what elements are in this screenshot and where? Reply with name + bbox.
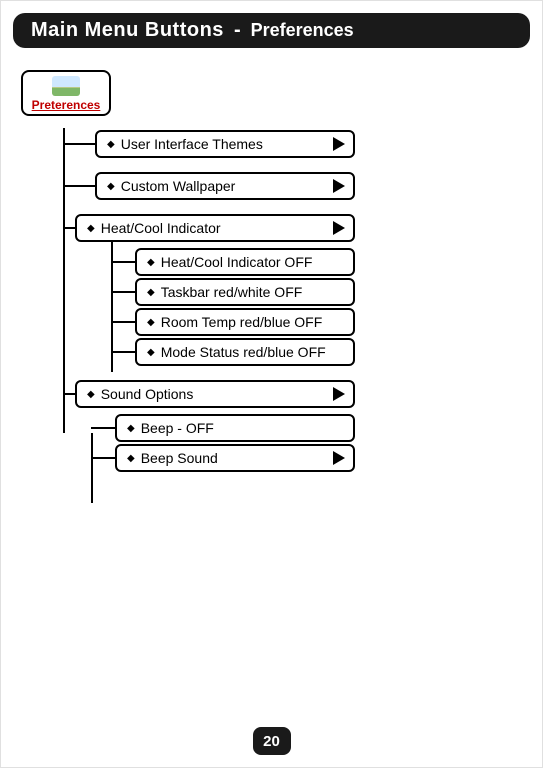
menu-item-label: Taskbar red/white OFF (161, 284, 303, 300)
root-label: Preterences (27, 98, 105, 112)
tree-connector (111, 261, 135, 263)
page-number-badge: 20 (253, 727, 291, 755)
menu-item-heat-cool-indicator: ◆ Heat/Cool Indicator (75, 214, 355, 242)
page-number: 20 (263, 733, 280, 750)
tree-connector (111, 351, 135, 353)
bullet-icon: ◆ (127, 423, 135, 434)
menu-item-label: Beep Sound (141, 450, 218, 466)
tree-connector (91, 457, 115, 459)
menu-item-label: Room Temp red/blue OFF (161, 314, 323, 330)
menu-tree: Preterences ◆ User Interface Themes ◆ Cu… (1, 70, 542, 472)
menu-item-beep-sound: ◆ Beep Sound (115, 444, 355, 472)
bullet-icon: ◆ (107, 181, 115, 192)
header-title: Main Menu Buttons (31, 19, 224, 42)
tree-connector (63, 143, 95, 145)
chevron-right-icon (333, 179, 345, 193)
menu-item-sound-options: ◆ Sound Options (75, 380, 355, 408)
menu-item-taskbar-off: ◆ Taskbar red/white OFF (135, 278, 355, 306)
tree-connector (63, 227, 75, 229)
bullet-icon: ◆ (147, 347, 155, 358)
menu-item-label: Custom Wallpaper (121, 178, 236, 194)
bullet-icon: ◆ (147, 287, 155, 298)
menu-item-label: Beep - OFF (141, 420, 214, 436)
bullet-icon: ◆ (107, 139, 115, 150)
tree-subtrunk-sound (91, 433, 93, 503)
menu-item-hc-indicator-off: ◆ Heat/Cool Indicator OFF (135, 248, 355, 276)
menu-item-label: Mode Status red/blue OFF (161, 344, 326, 360)
tree-connector (111, 291, 135, 293)
tree-connector (63, 393, 75, 395)
chevron-right-icon (333, 387, 345, 401)
chevron-right-icon (333, 221, 345, 235)
menu-item-label: Heat/Cool Indicator OFF (161, 254, 313, 270)
tree-trunk (63, 128, 65, 433)
bullet-icon: ◆ (127, 453, 135, 464)
menu-item-label: Sound Options (101, 386, 194, 402)
tree-connector (111, 321, 135, 323)
menu-item-label: User Interface Themes (121, 136, 263, 152)
bullet-icon: ◆ (87, 389, 95, 400)
menu-item-room-temp-off: ◆ Room Temp red/blue OFF (135, 308, 355, 336)
bullet-icon: ◆ (87, 223, 95, 234)
header-subtitle: Preferences (251, 20, 354, 41)
page-header: Main Menu Buttons - Preferences (13, 13, 530, 48)
header-separator: - (234, 19, 241, 42)
root-node-preferences: Preterences (21, 70, 111, 116)
tree-connector (63, 185, 95, 187)
tree-connector (91, 427, 115, 429)
chevron-right-icon (333, 137, 345, 151)
menu-item-ui-themes: ◆ User Interface Themes (95, 130, 355, 158)
menu-item-beep-off: ◆ Beep - OFF (115, 414, 355, 442)
menu-item-mode-status-off: ◆ Mode Status red/blue OFF (135, 338, 355, 366)
bullet-icon: ◆ (147, 257, 155, 268)
bullet-icon: ◆ (147, 317, 155, 328)
menu-item-custom-wallpaper: ◆ Custom Wallpaper (95, 172, 355, 200)
menu-item-label: Heat/Cool Indicator (101, 220, 221, 236)
chevron-right-icon (333, 451, 345, 465)
preferences-icon (52, 76, 80, 96)
